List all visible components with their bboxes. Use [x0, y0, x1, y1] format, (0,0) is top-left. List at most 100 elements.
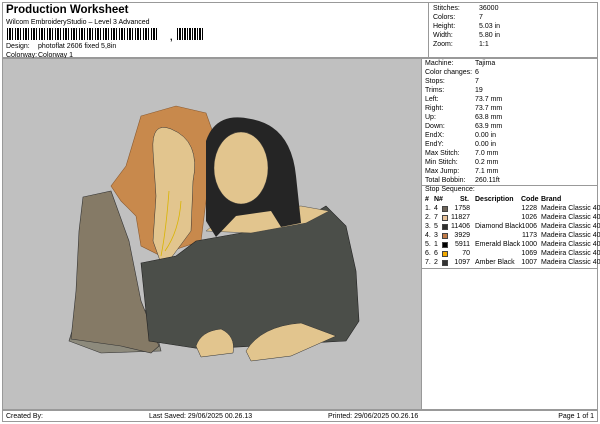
- stitch-count: 11827: [451, 214, 470, 221]
- detail-label: Stops:: [425, 78, 445, 85]
- detail-value: 73.7 mm: [475, 96, 503, 103]
- stop-num: 2.: [425, 214, 431, 221]
- stat-row: Zoom: 1:1: [433, 41, 600, 50]
- detail-value: 19: [475, 87, 483, 94]
- detail-value: 7: [475, 78, 479, 85]
- detail-row: EndX: 0.00 in: [425, 132, 595, 141]
- stop-num: 3.: [425, 223, 431, 230]
- color-swatch: [442, 233, 448, 239]
- needle-num: 6: [434, 250, 438, 257]
- design-preview: [2, 58, 422, 410]
- thread-code: 1006: [521, 223, 537, 230]
- color-swatch: [442, 215, 448, 221]
- detail-row: Down: 63.9 mm: [425, 123, 595, 132]
- thread-brand: Madeira Classic 40: [541, 232, 600, 239]
- detail-value: 63.9 mm: [475, 123, 503, 130]
- thread-code: 1000: [521, 241, 537, 248]
- needle-num: 5: [434, 223, 438, 230]
- right-woman-face: [213, 131, 269, 205]
- detail-row: Color changes: 6: [425, 69, 595, 78]
- thread-description: Emerald Black: [475, 241, 521, 248]
- stat-value: 7: [479, 14, 483, 21]
- color-swatch: [442, 206, 448, 212]
- detail-value: 6: [475, 69, 479, 76]
- stop-row: 2. 7 11827 1026 Madeira Classic 40: [425, 214, 600, 223]
- design-row: Design: photoflat 2606 fixed 5,8in: [6, 43, 116, 50]
- detail-label: EndX:: [425, 132, 445, 139]
- detail-value: 0.00 in: [475, 141, 497, 148]
- detail-label: Right:: [425, 105, 444, 112]
- detail-value: 7.1 mm: [475, 168, 499, 175]
- stop-num: 4.: [425, 232, 431, 239]
- stat-row: Width: 5.80 in: [433, 32, 600, 41]
- stat-label: Width:: [433, 32, 453, 39]
- embroidery-artwork: [68, 105, 360, 362]
- barcode-separator: ,: [170, 32, 173, 42]
- stop-num: 1.: [425, 205, 431, 212]
- detail-value: 0.00 in: [475, 132, 497, 139]
- col-brand: Brand: [541, 196, 562, 203]
- detail-label: Min Stitch:: [425, 159, 458, 166]
- color-swatch: [442, 260, 448, 266]
- stat-label: Stitches:: [433, 5, 460, 12]
- printed-date: Printed: 29/06/2025 00.26.16: [328, 413, 419, 420]
- detail-label: EndY:: [425, 141, 444, 148]
- stop-num: 5.: [425, 241, 431, 248]
- detail-label: Machine:: [425, 60, 454, 67]
- detail-row: Max Jump: 7.1 mm: [425, 168, 595, 177]
- design-value: photoflat 2606 fixed 5,8in: [38, 43, 117, 50]
- detail-row: Trims: 19: [425, 87, 595, 96]
- detail-row: Min Stitch: 0.2 mm: [425, 159, 595, 168]
- detail-value: 260.11ft: [475, 177, 500, 184]
- needle-num: 4: [434, 205, 438, 212]
- stop-row: 5. 1 5911 Emerald Black 1000 Madeira Cla…: [425, 241, 600, 250]
- detail-row: Up: 63.8 mm: [425, 114, 595, 123]
- stitch-count: 11406: [451, 223, 470, 230]
- detail-row: Machine: Tajima: [425, 60, 595, 69]
- thread-code: 1173: [521, 232, 537, 239]
- stop-sequence-label: Stop Sequence:: [425, 186, 475, 193]
- col-needle: N#: [434, 196, 443, 203]
- detail-row: Max Stitch: 7.0 mm: [425, 150, 595, 159]
- detail-label: Color changes:: [425, 69, 473, 76]
- barcode-tail: [177, 28, 203, 40]
- stitch-count: 3929: [454, 232, 470, 239]
- detail-label: Trims:: [425, 87, 445, 94]
- thread-code: 1026: [521, 214, 537, 221]
- color-swatch: [442, 224, 448, 230]
- needle-num: 1: [434, 241, 438, 248]
- detail-value: 0.2 mm: [475, 159, 499, 166]
- col-num: #: [425, 196, 429, 203]
- design-label: Design:: [6, 43, 30, 50]
- stitch-count: 1097: [454, 259, 470, 266]
- needle-num: 2: [434, 259, 438, 266]
- design-stats: Stitches: 36000 Colors: 7 Height: 5.03 in Widt…: [428, 3, 600, 59]
- stop-row: 7. 2 1097 Amber Black 1007 Madeira Class…: [425, 259, 600, 268]
- thread-brand: Madeira Classic 40: [541, 250, 600, 257]
- thread-code: 1007: [521, 259, 537, 266]
- design-details-panel: Stop Sequence: # N# St. Description Code…: [422, 58, 600, 410]
- col-code: Code: [521, 196, 539, 203]
- thread-description: Amber Black: [475, 259, 515, 266]
- col-description: Description: [475, 196, 514, 203]
- thread-brand: Madeira Classic 40: [541, 214, 600, 221]
- stitch-count: 70: [462, 250, 470, 257]
- page-number: Page 1 of 1: [558, 413, 594, 420]
- stat-value: 1:1: [479, 41, 489, 48]
- detail-row: Stops: 7: [425, 78, 595, 87]
- footer: Created By: Last Saved: 29/06/2025 00.26…: [2, 410, 598, 422]
- page-title: Production Worksheet: [6, 4, 129, 16]
- detail-label: Down:: [425, 123, 445, 130]
- stop-row: 6. 6 70 1069 Madeira Classic 40: [425, 250, 600, 259]
- worksheet-header: Production Worksheet Wilcom EmbroiderySt…: [2, 2, 600, 59]
- thread-brand: Madeira Classic 40: [541, 259, 600, 266]
- stop-row: 3. 5 11406 Diamond Black 1006 Madeira Cl…: [425, 223, 600, 232]
- stat-label: Height:: [433, 23, 456, 30]
- stat-label: Zoom:: [433, 41, 453, 48]
- detail-row: Right: 73.7 mm: [425, 105, 595, 114]
- thread-brand: Madeira Classic 40: [541, 223, 600, 230]
- detail-label: Left:: [425, 96, 439, 103]
- stat-value: 5.03 in: [479, 23, 501, 30]
- detail-label: Max Jump:: [425, 168, 460, 175]
- col-stitches: St.: [460, 196, 469, 203]
